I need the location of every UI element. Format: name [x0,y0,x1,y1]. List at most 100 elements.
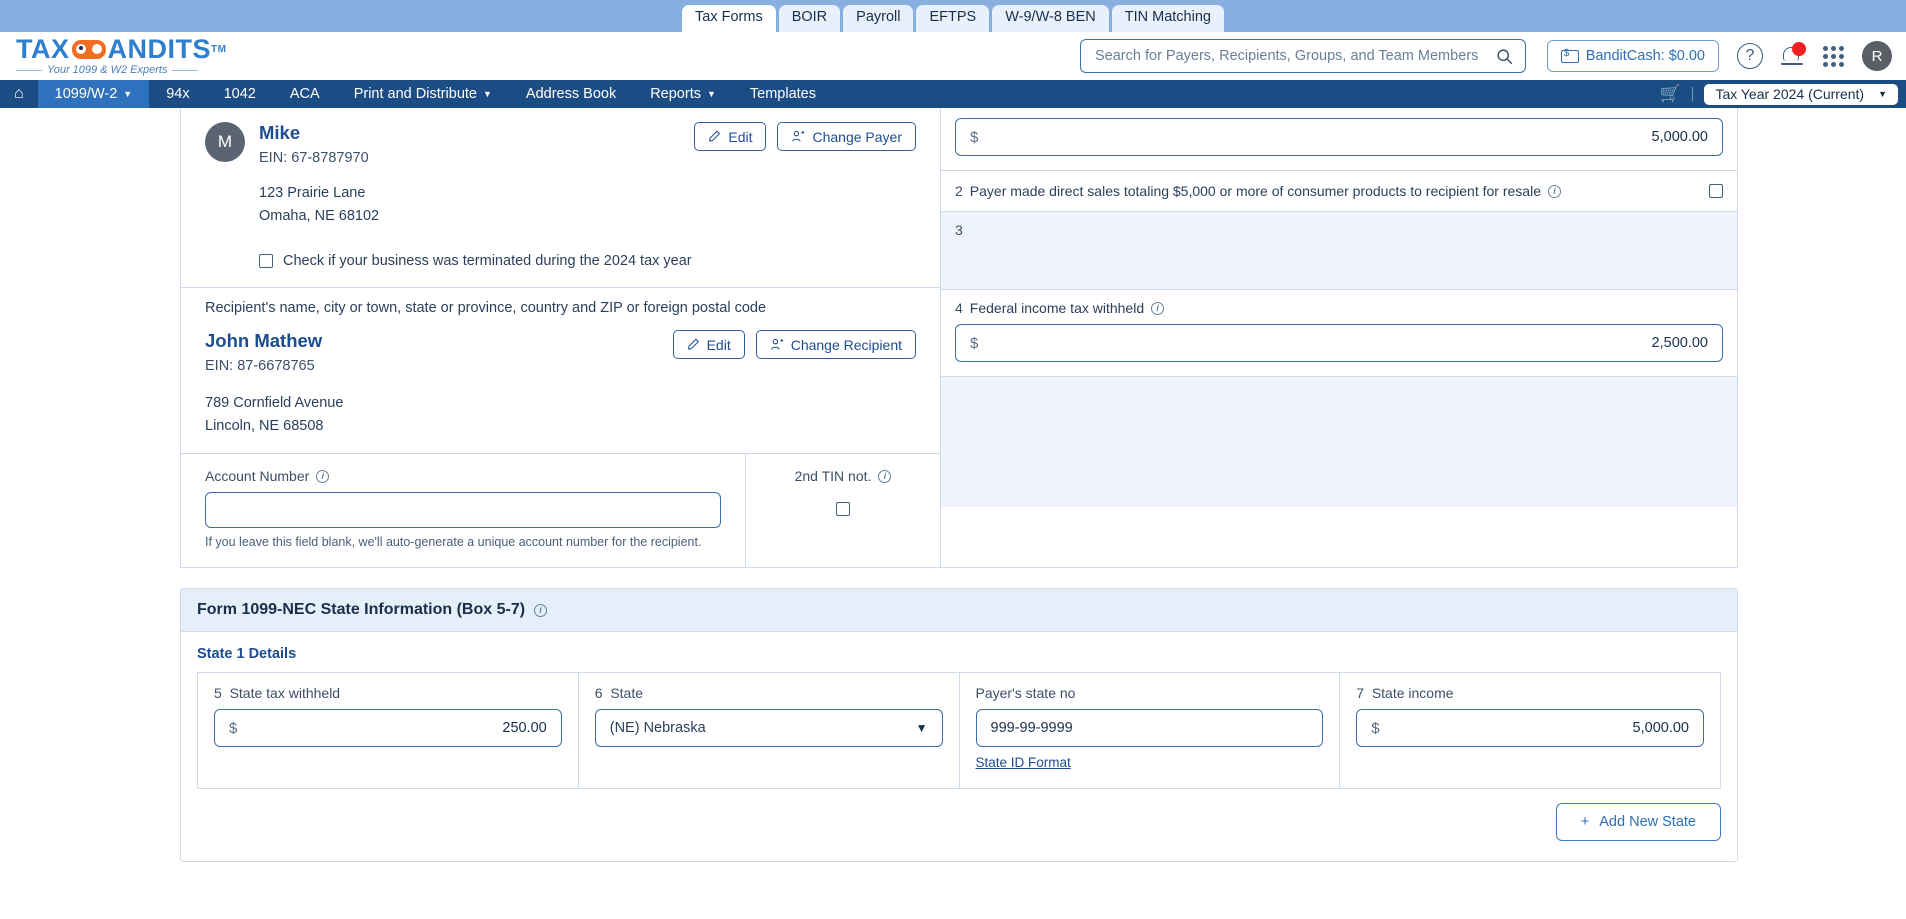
box-blank-filler [941,377,1737,507]
box1-amount-value: 5,000.00 [1651,129,1708,145]
recipient-address: 789 Cornfield Avenue Lincoln, NE 68508 [205,392,916,453]
account-number-cell: Account Number i If you leave this field… [181,454,746,568]
info-icon[interactable]: i [1151,301,1165,315]
account-strip: Account Number i If you leave this field… [181,454,940,568]
info-icon[interactable]: i [878,469,892,483]
payer-state-no-input[interactable]: 999-99-9999 [975,709,1324,748]
state-id-format-link[interactable]: State ID Format [976,755,1071,770]
form-right-column: $ 5,000.00 2 Payer made direct sales tot… [941,108,1737,567]
main-navigation: ⌂ 1099/W-2 ▼ 94x 1042 ACA Print and Distr… [0,80,1906,108]
payer-name: Mike [259,122,301,143]
nav-item-templates[interactable]: Templates [733,80,833,108]
box7-label: State income [1371,685,1454,702]
nav-item-94x[interactable]: 94x [149,80,206,108]
state-select-cell: 6 State (NE) Nebraska ▼ [579,673,960,789]
box5-label: State tax withheld [229,685,341,702]
recipient-actions: Edit Change Recipient [672,330,916,360]
nav-label: 1099/W-2 [54,86,118,102]
second-tin-label-row: 2nd TIN not. i [746,468,940,484]
payer-state-no-value: 999-99-9999 [990,720,1073,737]
notifications-button[interactable] [1781,42,1806,69]
nav-item-print-and-distribute[interactable]: Print and Distribute ▼ [337,80,509,108]
nav-item-address-book[interactable]: Address Book [509,80,633,108]
payer-section: M Mike EIN: 67-8787970 Edit Change Payer… [181,108,940,287]
cart-icon[interactable]: 🛒 [1659,84,1680,104]
nav-item-1099-w2[interactable]: 1099/W-2 ▼ [37,80,150,108]
form-1099nec-card: M Mike EIN: 67-8787970 Edit Change Payer… [180,108,1738,569]
global-search[interactable] [1080,39,1526,73]
edit-recipient-button[interactable]: Edit [672,330,745,360]
edit-payer-button[interactable]: Edit [694,122,767,151]
info-icon[interactable]: i [534,603,548,617]
add-new-state-button[interactable]: + Add New State [1555,803,1721,842]
tab-w9-w8ben[interactable]: W-9/W-8 BEN [992,5,1109,32]
business-terminated-label: Check if your business was terminated du… [283,253,692,270]
logo-text-left: TAX [16,34,70,64]
state-dropdown[interactable]: (NE) Nebraska ▼ [594,709,943,748]
search-input[interactable] [1093,47,1496,65]
box2-label: Payer made direct sales totaling $5,000 … [969,183,1541,199]
add-new-state-label: Add New State [1599,814,1696,831]
box6-label: State [610,685,644,702]
user-switch-icon [792,130,805,142]
payer-address-line2: Omaha, NE 68102 [259,207,380,224]
info-icon[interactable]: i [1547,184,1561,198]
tab-boir[interactable]: BOIR [778,5,841,32]
state-information-header: Form 1099-NEC State Information (Box 5-7… [181,589,1737,633]
logo-wordmark: TAX ANDITS TM [16,36,226,63]
dollar-sign-icon: $ [1371,719,1380,737]
nav-home-icon[interactable]: ⌂ [0,80,38,108]
state-tax-withheld-label-row: 5 State tax withheld [214,685,562,701]
change-payer-button[interactable]: Change Payer [777,122,916,151]
search-icon[interactable] [1496,48,1513,65]
tax-year-label: Tax Year 2024 (Current) [1715,86,1865,102]
box4-amount-input[interactable]: $ 2,500.00 [955,324,1723,362]
tab-tin-matching[interactable]: TIN Matching [1111,5,1224,32]
state-income-input[interactable]: $ 5,000.00 [1356,709,1704,748]
trademark-icon: TM [211,43,227,55]
avatar[interactable]: R [1862,41,1892,71]
box4-label: Federal income tax withheld [969,300,1145,316]
form-left-column: M Mike EIN: 67-8787970 Edit Change Payer… [181,108,941,568]
nav-item-1042[interactable]: 1042 [207,80,273,108]
box1-amount-input[interactable]: $ 5,000.00 [955,118,1723,156]
business-terminated-checkbox[interactable] [259,254,273,269]
header-actions: BanditCash: $0.00 ? R [1546,40,1892,72]
recipient-address-line2: Lincoln, NE 68508 [205,417,324,434]
help-icon[interactable]: ? [1737,43,1763,69]
box4-federal-income-tax-withheld: 4 Federal income tax withheld i $ 2,500.… [941,290,1737,377]
account-number-label: Account Number [205,468,310,485]
banditcash-button[interactable]: BanditCash: $0.00 [1546,40,1719,72]
state-1-row: 5 State tax withheld $ 250.00 6 State (N… [197,672,1721,790]
second-tin-checkbox[interactable] [836,502,850,517]
tab-tax-forms[interactable]: Tax Forms [682,5,776,32]
recipient-section: Recipient's name, city or town, state or… [181,288,940,453]
nav-item-reports[interactable]: Reports ▼ [633,80,733,108]
nav-right-group: 🛒 | Tax Year 2024 (Current) ▼ [1659,80,1898,108]
info-icon[interactable]: i [316,469,330,483]
box2-checkbox[interactable] [1709,184,1723,198]
state-label-row: 6 State [595,685,943,701]
nav-item-aca[interactable]: ACA [273,80,337,108]
payer-state-no-cell: Payer's state no 999-99-9999 State ID Fo… [960,673,1341,789]
notification-badge [1792,42,1806,56]
box4-amount-value: 2,500.00 [1651,335,1708,351]
state-income-label-row: 7 State income [1356,685,1704,701]
recipient-ein: EIN: 87-6678765 [205,358,315,375]
tab-eftps[interactable]: EFTPS [916,5,990,32]
box2-label-row: 2 Payer made direct sales totaling $5,00… [955,183,1561,199]
change-recipient-button[interactable]: Change Recipient [755,330,916,360]
state-tax-withheld-input[interactable]: $ 250.00 [214,709,562,748]
chevron-down-icon: ▼ [483,89,492,99]
taxbandits-logo[interactable]: TAX ANDITS TM Your 1099 & W2 Experts [16,36,226,76]
wallet-icon [1560,48,1579,63]
dollar-sign-icon: $ [970,334,979,352]
account-number-input[interactable] [205,492,721,529]
apps-grid-icon[interactable] [1823,45,1844,67]
state-tax-withheld-cell: 5 State tax withheld $ 250.00 [198,673,579,789]
tab-payroll[interactable]: Payroll [843,5,914,32]
product-tab-strip: Tax Forms BOIR Payroll EFTPS W-9/W-8 BEN… [0,0,1906,32]
recipient-section-heading: Recipient's name, city or town, state or… [205,300,767,317]
logo-tagline: Your 1099 & W2 Experts [16,65,226,76]
tax-year-selector[interactable]: Tax Year 2024 (Current) ▼ [1704,83,1898,105]
